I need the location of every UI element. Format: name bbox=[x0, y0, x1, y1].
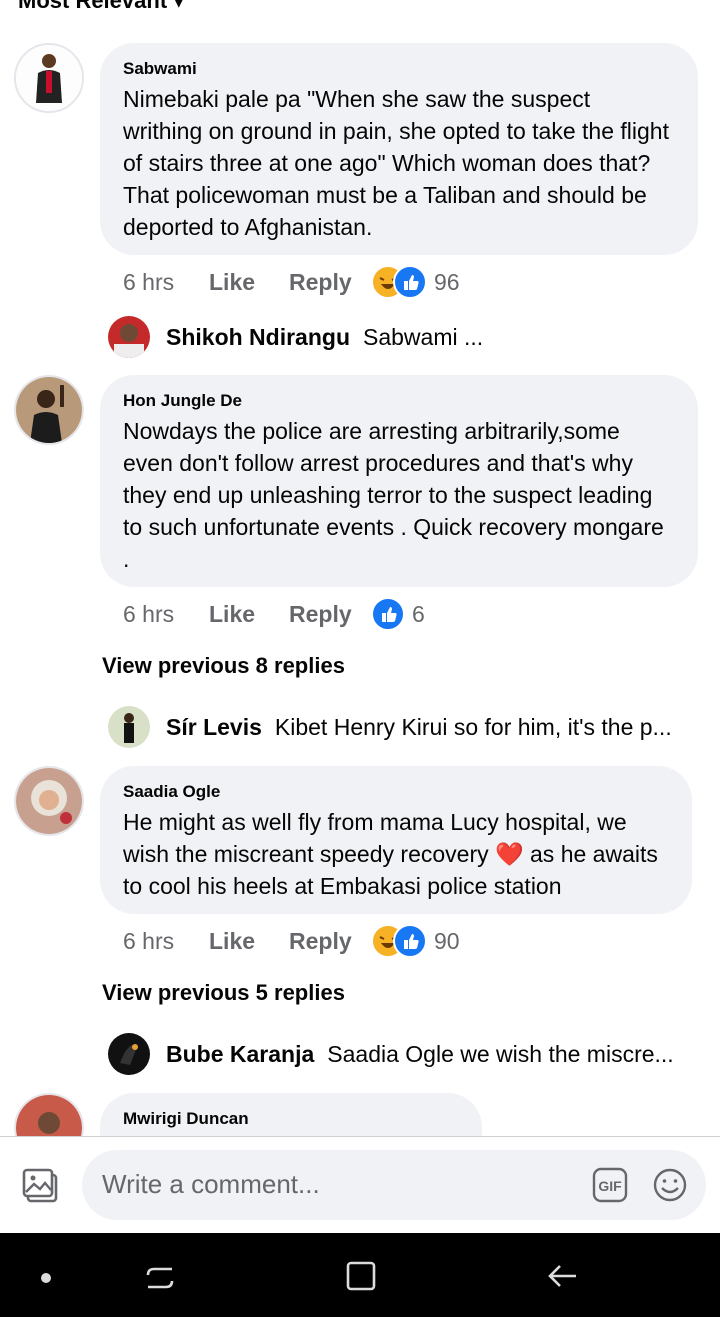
reaction-count: 6 bbox=[412, 600, 425, 627]
reaction-summary[interactable]: 6 bbox=[371, 597, 425, 631]
reaction-summary[interactable]: 96 bbox=[371, 265, 460, 299]
avatar[interactable] bbox=[14, 375, 84, 445]
reply-snippet: Saadia Ogle we wish the miscre... bbox=[327, 1040, 674, 1067]
comment-author[interactable]: Mwirigi Duncan bbox=[123, 1109, 458, 1129]
comment-author[interactable]: Saadia Ogle bbox=[123, 782, 668, 802]
reaction-count: 96 bbox=[434, 268, 460, 295]
photo-icon[interactable] bbox=[22, 1167, 60, 1210]
reply-preview[interactable]: Bube Karanja Saadia Ogle we wish the mis… bbox=[108, 1033, 698, 1075]
reply-button[interactable]: Reply bbox=[289, 269, 371, 296]
avatar bbox=[108, 316, 150, 358]
reply-preview[interactable]: Sír Levis Kibet Henry Kirui so for him, … bbox=[108, 706, 698, 748]
view-previous-replies[interactable]: View previous 5 replies bbox=[102, 980, 345, 1006]
reply-author[interactable]: Bube Karanja bbox=[166, 1041, 314, 1068]
system-navigation-bar bbox=[0, 1233, 720, 1317]
back-icon[interactable] bbox=[546, 1259, 580, 1298]
comment-author[interactable]: Hon Jungle De bbox=[123, 391, 674, 411]
comment-author[interactable]: Sabwami bbox=[123, 59, 674, 79]
gif-icon[interactable]: GIF bbox=[592, 1167, 628, 1208]
comment-bubble[interactable]: Sabwami Nimebaki pale pa "When she saw t… bbox=[100, 43, 698, 255]
reply-snippet: Kibet Henry Kirui so for him, it's the p… bbox=[274, 713, 672, 740]
svg-text:GIF: GIF bbox=[598, 1178, 622, 1194]
like-button[interactable]: Like bbox=[209, 601, 289, 628]
comment-time[interactable]: 6 hrs bbox=[123, 601, 209, 628]
reply-preview[interactable]: Shikoh Ndirangu Sabwami ... bbox=[108, 316, 698, 358]
reply-button[interactable]: Reply bbox=[289, 928, 371, 955]
emoji-icon[interactable] bbox=[652, 1167, 688, 1208]
comment-actions: 6 hrs Like Reply 6 bbox=[123, 594, 425, 634]
reply-snippet: Sabwami ... bbox=[363, 323, 484, 350]
comment-time[interactable]: 6 hrs bbox=[123, 928, 209, 955]
comment-text: Nimebaki pale pa "When she saw the suspe… bbox=[123, 86, 669, 240]
comment-composer: Write a comment... GIF bbox=[0, 1137, 720, 1233]
avatar[interactable] bbox=[14, 766, 84, 836]
reaction-count: 90 bbox=[434, 927, 460, 954]
comment-actions: 6 hrs Like Reply 90 bbox=[123, 921, 460, 961]
like-reaction-icon bbox=[393, 265, 427, 299]
avatar bbox=[108, 1033, 150, 1075]
like-button[interactable]: Like bbox=[209, 269, 289, 296]
dot-icon[interactable] bbox=[40, 1271, 52, 1289]
comment-bubble[interactable]: Hon Jungle De Nowdays the police are arr… bbox=[100, 375, 698, 587]
sort-selector[interactable]: Most Relevant ▾ bbox=[18, 0, 184, 14]
recent-apps-icon[interactable] bbox=[144, 1261, 176, 1298]
comment-actions: 6 hrs Like Reply 96 bbox=[123, 262, 460, 302]
sort-label: Most Relevant bbox=[18, 0, 168, 13]
reply-author[interactable]: Sír Levis bbox=[166, 714, 262, 741]
comment-text: Nowdays the police are arresting arbitra… bbox=[123, 418, 664, 572]
comment-text: He might as well fly from mama Lucy hosp… bbox=[123, 809, 658, 899]
like-reaction-icon bbox=[371, 597, 405, 631]
like-reaction-icon bbox=[393, 924, 427, 958]
comment-input[interactable]: Write a comment... GIF bbox=[82, 1150, 706, 1220]
reply-button[interactable]: Reply bbox=[289, 601, 371, 628]
avatar[interactable] bbox=[14, 43, 84, 113]
reaction-summary[interactable]: 90 bbox=[371, 924, 460, 958]
view-previous-replies[interactable]: View previous 8 replies bbox=[102, 653, 345, 679]
reply-author[interactable]: Shikoh Ndirangu bbox=[166, 324, 350, 351]
home-icon[interactable] bbox=[344, 1259, 378, 1298]
comment-time[interactable]: 6 hrs bbox=[123, 269, 209, 296]
avatar bbox=[108, 706, 150, 748]
comment-bubble[interactable]: Saadia Ogle He might as well fly from ma… bbox=[100, 766, 692, 914]
like-button[interactable]: Like bbox=[209, 928, 289, 955]
comment-placeholder: Write a comment... bbox=[102, 1169, 320, 1199]
